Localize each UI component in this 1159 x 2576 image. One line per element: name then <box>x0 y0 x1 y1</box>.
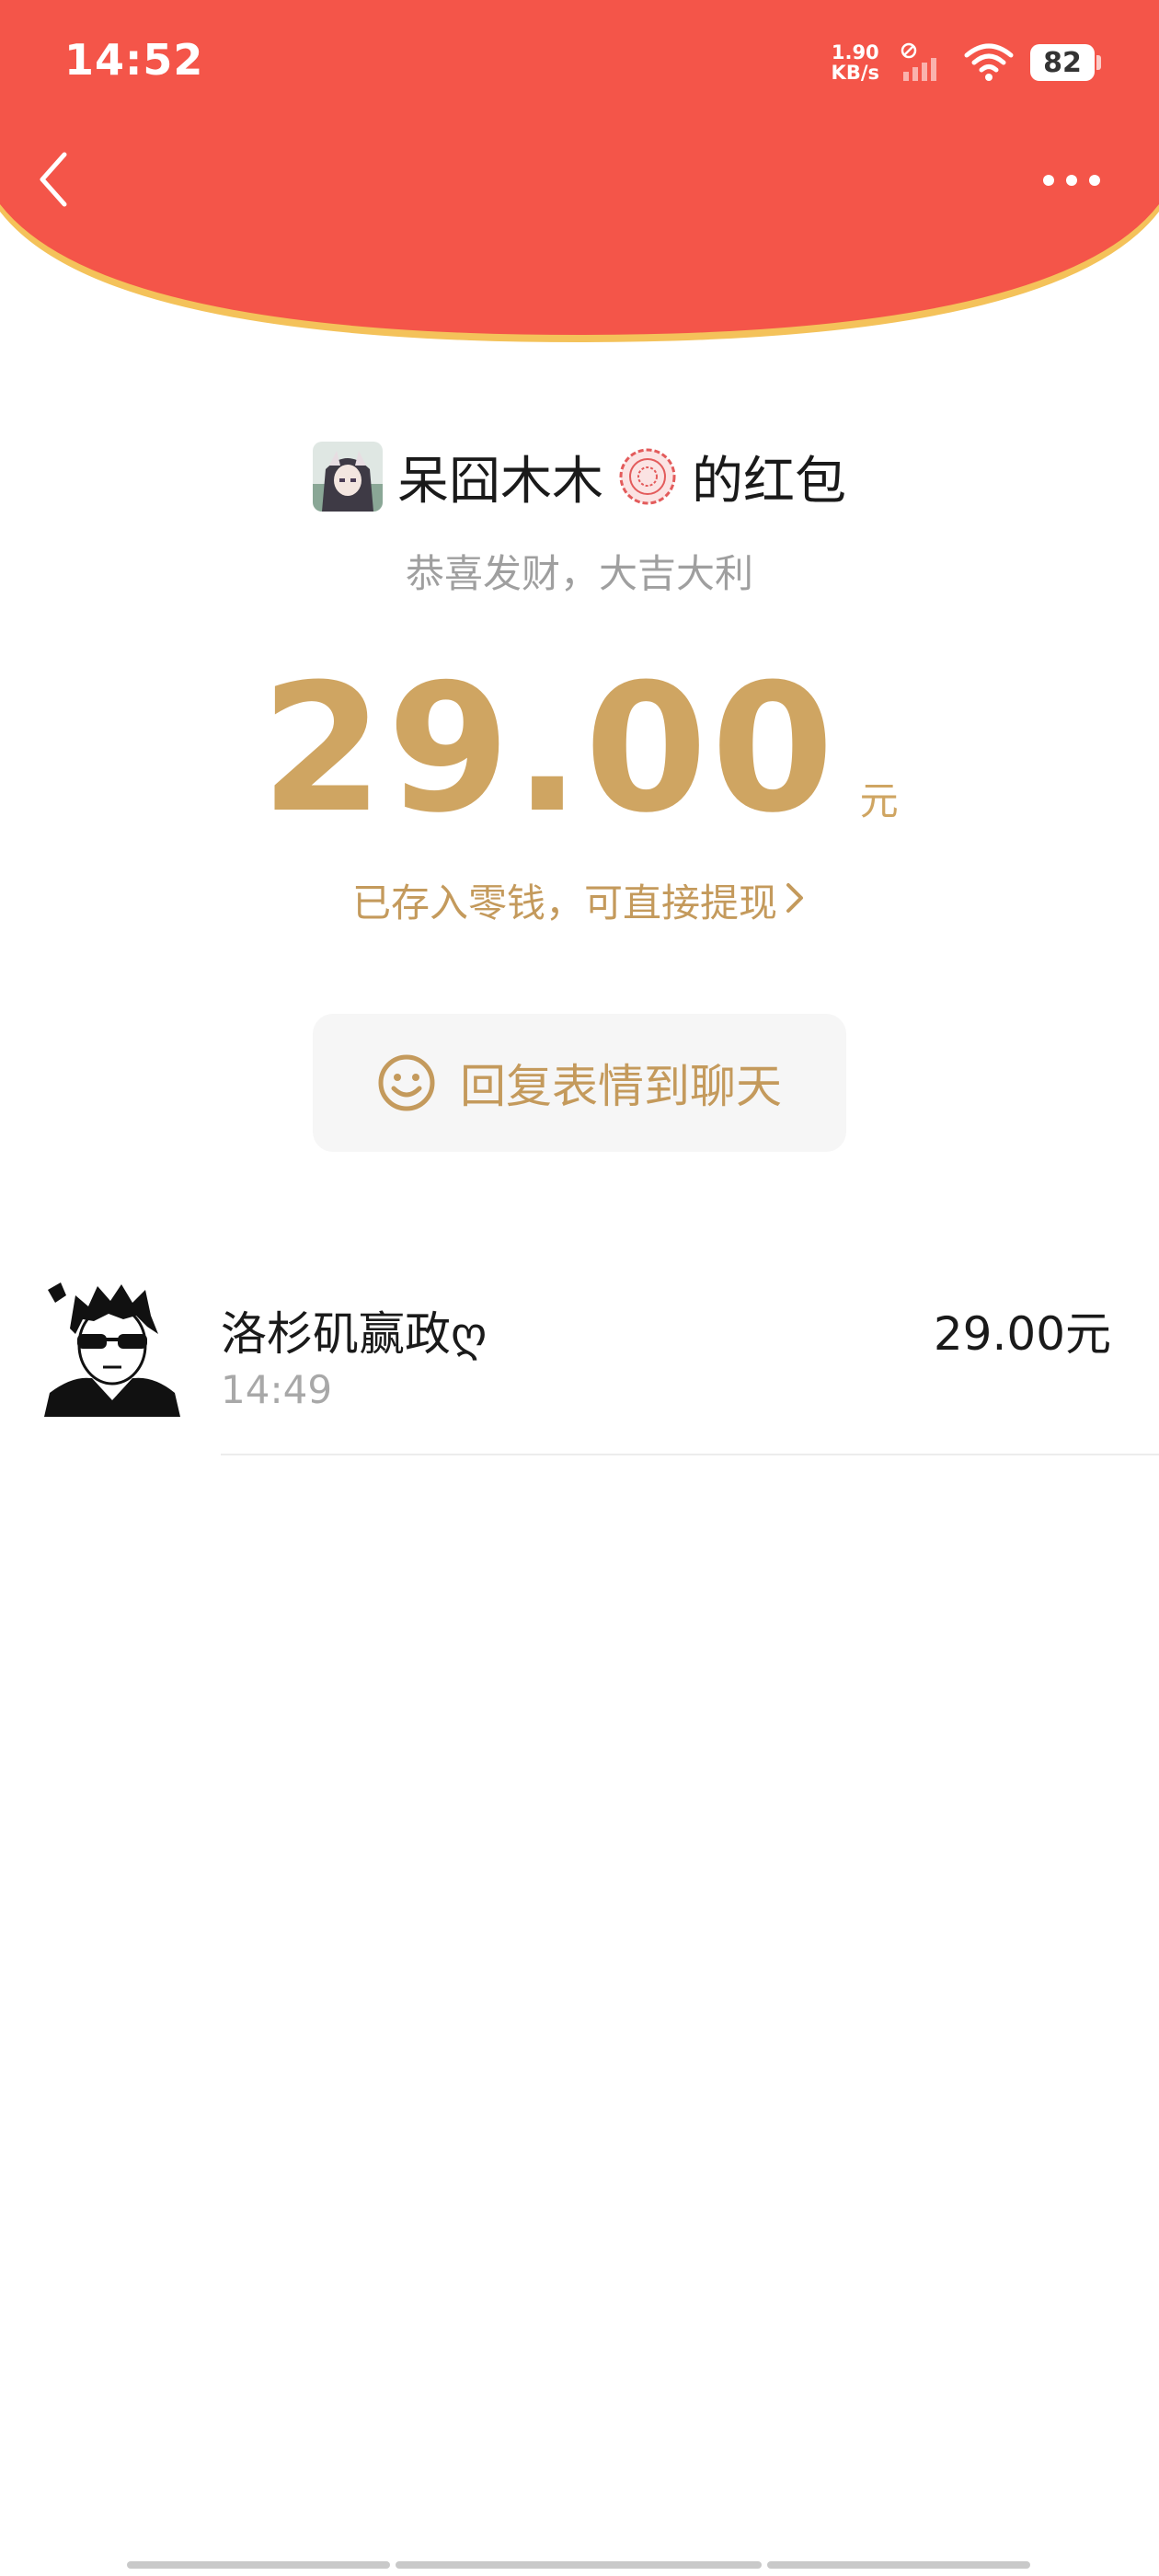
receiver-time: 14:49 <box>221 1367 333 1412</box>
gesture-bar-right <box>767 2561 1030 2569</box>
chevron-left-icon <box>40 152 67 207</box>
gesture-bar-left <box>127 2561 390 2569</box>
status-icons: 1.90 KB/s 82 <box>832 37 1101 88</box>
ellipsis-icon <box>1043 175 1100 186</box>
envelope-title: 呆囧木木 的红包 <box>0 440 1159 513</box>
back-button[interactable] <box>35 147 72 212</box>
greeting-text: 恭喜发财，大吉大利 <box>405 551 753 596</box>
net-speed-unit: KB/s <box>831 62 879 84</box>
deposit-text: 已存入零钱，可直接提现 <box>351 880 777 926</box>
more-button[interactable] <box>1039 164 1104 197</box>
divider <box>221 1454 1159 1455</box>
receiver-list-item[interactable]: 洛杉矶赢政ღ 14:49 29.00元 <box>0 1279 1159 1455</box>
sender-avatar <box>313 442 383 512</box>
sender-name: 呆囧木木 <box>397 451 603 512</box>
wifi-icon <box>964 43 1014 81</box>
amount-display: 29.00 元 <box>0 647 1159 852</box>
net-speed-value: 1.90 <box>831 41 879 63</box>
receiver-avatar <box>44 1279 180 1417</box>
receiver-amount: 29.00元 <box>933 1307 1111 1361</box>
status-time: 14:52 <box>64 35 204 85</box>
flower-badge-icon <box>619 448 676 505</box>
gesture-bar-center <box>396 2561 762 2569</box>
signal-icon <box>901 42 936 81</box>
battery-indicator: 82 <box>1030 44 1101 81</box>
reply-sticker-button[interactable]: 回复表情到聊天 <box>313 1014 846 1152</box>
chevron-right-icon <box>786 883 803 913</box>
amount-unit: 元 <box>859 778 899 823</box>
smiley-icon <box>378 1054 435 1111</box>
title-suffix: 的红包 <box>692 451 846 512</box>
receiver-name: 洛杉矶赢政ღ <box>221 1307 488 1361</box>
deposit-to-balance-link[interactable]: 已存入零钱，可直接提现 <box>0 872 1159 928</box>
reply-label: 回复表情到聊天 <box>460 1060 782 1113</box>
amount-value: 29.00 <box>260 647 838 852</box>
network-speed: 1.90 KB/s <box>832 42 879 83</box>
